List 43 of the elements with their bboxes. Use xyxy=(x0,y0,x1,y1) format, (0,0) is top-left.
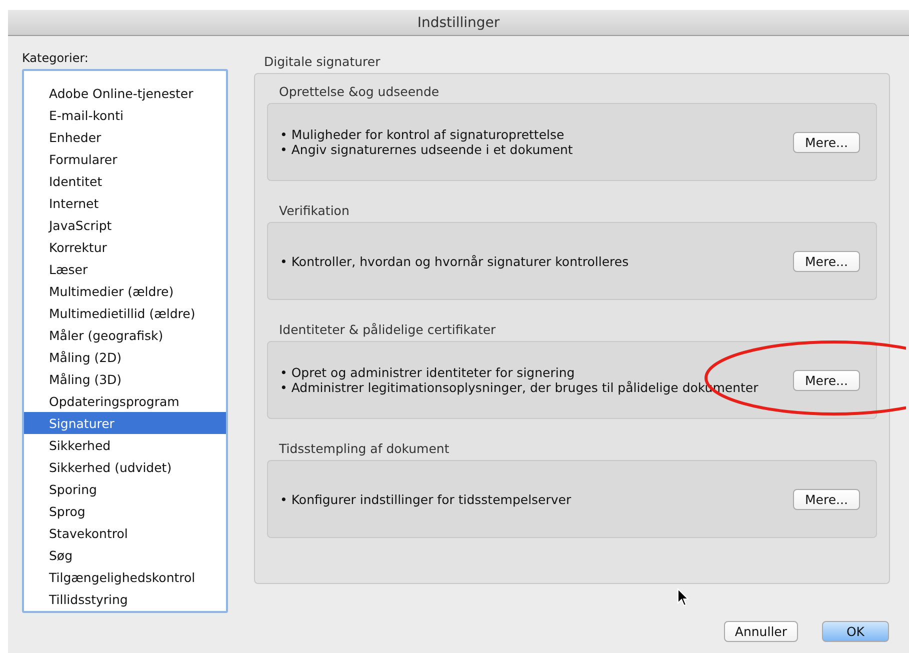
bullet-text: • Angiv signaturernes udseende i et dokument xyxy=(280,142,574,157)
category-item[interactable]: Læser xyxy=(24,258,226,280)
category-item[interactable]: Måling (3D) xyxy=(24,368,226,390)
category-item[interactable]: Opdateringsprogram xyxy=(24,390,226,412)
category-item[interactable]: Identitet xyxy=(24,170,226,192)
section-title: Tidsstempling af dokument xyxy=(279,441,450,456)
category-item[interactable]: Enheder xyxy=(24,126,226,148)
category-item[interactable]: Signaturer xyxy=(24,412,226,434)
category-item[interactable]: Sporing xyxy=(24,478,226,500)
category-item[interactable]: Tilgængelighedskontrol xyxy=(24,566,226,588)
more-button[interactable]: Mere... xyxy=(793,132,860,152)
cancel-button[interactable]: Annuller xyxy=(724,621,798,642)
category-item[interactable]: JavaScript xyxy=(24,214,226,236)
ok-button[interactable]: OK xyxy=(822,621,889,642)
category-item[interactable]: Sprog xyxy=(24,500,226,522)
category-item[interactable]: Adobe Online-tjenester xyxy=(24,82,226,104)
section-title: Verifikation xyxy=(279,203,350,218)
category-item[interactable]: Korrektur xyxy=(24,236,226,258)
bullet-text: • Muligheder for kontrol af signaturoprettelse xyxy=(280,127,566,142)
more-button[interactable]: Mere... xyxy=(793,370,860,390)
window-title: Indstillinger xyxy=(417,14,500,30)
more-button[interactable]: Mere... xyxy=(793,250,860,272)
category-item[interactable]: Multimedietillid (ældre) xyxy=(24,302,226,324)
bullet-text: • Opret og administrer identiteter for signering xyxy=(280,365,576,380)
category-item[interactable]: Søg xyxy=(24,544,226,566)
cursor-icon xyxy=(677,588,689,607)
section-title: Identiteter & pålidelige certifikater xyxy=(279,322,497,337)
panel-title: Digitale signaturer xyxy=(264,54,382,69)
category-item[interactable]: E-mail-konti xyxy=(24,104,226,126)
category-item[interactable]: Måling (2D) xyxy=(24,346,226,368)
category-item[interactable]: Måler (geografisk) xyxy=(24,324,226,346)
category-item[interactable]: Stavekontrol xyxy=(24,522,226,544)
category-item[interactable]: Formularer xyxy=(24,148,226,170)
category-item[interactable]: Internet xyxy=(24,192,226,214)
category-item[interactable]: Tillidsstyring xyxy=(24,588,226,610)
more-button[interactable]: Mere... xyxy=(793,488,860,510)
category-item[interactable]: Sikkerhed xyxy=(24,434,226,456)
bullet-text: • Kontroller, hvordan og hvornår signaturer kontrolleres xyxy=(280,254,630,268)
bullet-text: • Konfigurer indstillinger for tidsstempelserver xyxy=(280,492,572,506)
category-item[interactable]: Multimedier (ældre) xyxy=(24,280,226,302)
category-item[interactable]: Sikkerhed (udvidet) xyxy=(24,456,226,478)
categories-label: Kategorier: xyxy=(22,51,90,65)
section-title: Oprettelse &og udseende xyxy=(279,84,440,99)
